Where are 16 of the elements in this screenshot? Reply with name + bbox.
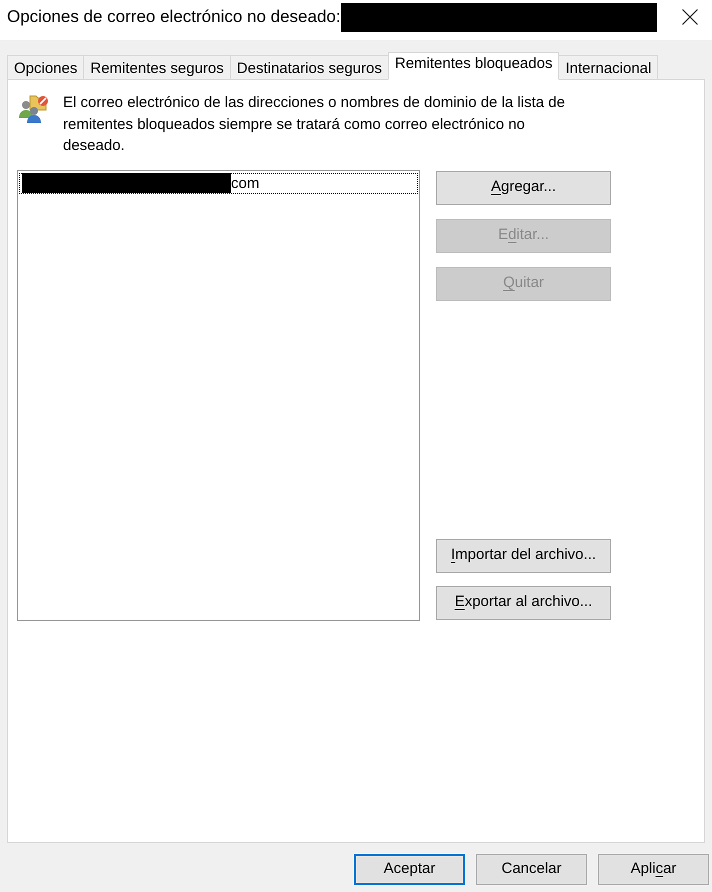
close-icon [682, 9, 698, 25]
dialog-button[interactable]: Importar del archivo... [436, 538, 611, 572]
tab[interactable]: Opciones [7, 55, 84, 79]
tab[interactable]: Destinatarios seguros [230, 55, 389, 79]
dialog-button[interactable]: Cancelar [476, 854, 587, 885]
list-item[interactable]: com [19, 172, 418, 194]
dialog-button[interactable]: Agregar... [436, 170, 611, 204]
dialog-button[interactable]: Aceptar [354, 854, 465, 885]
dialog-button[interactable]: Aplicar [598, 854, 709, 885]
tab[interactable]: Internacional [558, 55, 658, 79]
description-text: El correo electrónico de las direcciones o nombres de dominio de la lista de remitentes bloqueados siempre se tratará como correo electrónico no deseado. [63, 93, 566, 156]
blocked-senders-list[interactable]: com [17, 170, 420, 620]
tab[interactable]: Remitentes seguros [83, 55, 231, 79]
dialog-button[interactable]: Exportar al archivo... [436, 586, 611, 620]
window-title: Opciones de correo electrónico no deseado: [7, 6, 341, 28]
tab[interactable]: Remitentes bloqueados [388, 52, 560, 80]
